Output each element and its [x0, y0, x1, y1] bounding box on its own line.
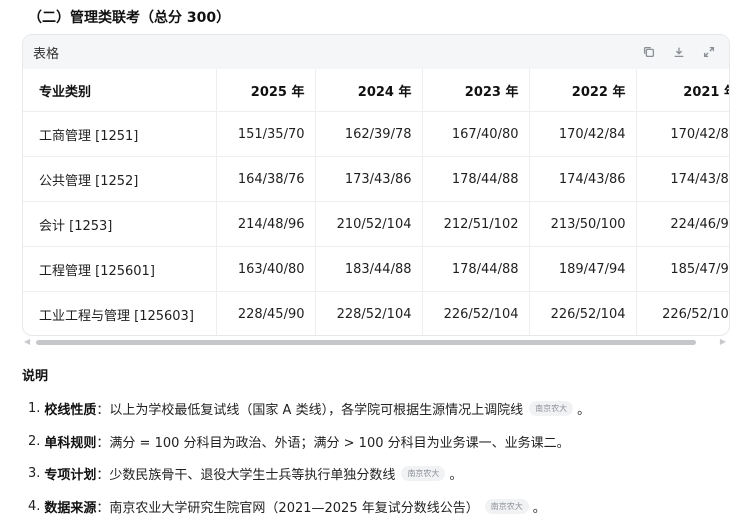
- table-row: 工商管理 [1251] 151/35/70 162/39/78 167/40/8…: [23, 111, 729, 157]
- note-text: ：满分 = 100 分科目为政治、外语；满分 > 100 分科目为业务课一、业务…: [96, 435, 570, 451]
- note-label: 校线性质: [44, 402, 97, 418]
- source-tag[interactable]: 南京农大: [484, 498, 529, 514]
- table-cell: 工业工程与管理 [125603]: [23, 291, 217, 335]
- note-end: 。: [532, 500, 546, 516]
- table-cell: 226/52/104: [422, 291, 530, 335]
- table-cell: 工商管理 [1251]: [23, 111, 217, 157]
- table-cell: 167/40/80: [422, 111, 530, 157]
- table-cell: 174/43/86: [529, 156, 637, 202]
- table-cell: 224/46/92: [636, 201, 729, 247]
- table-cell: 178/44/88: [422, 156, 530, 202]
- column-header: 2024 年: [315, 69, 423, 112]
- note-number: 3.: [28, 466, 41, 482]
- table-cell: 151/35/70: [216, 111, 316, 157]
- table-row: 工业工程与管理 [125603] 228/45/90 228/52/104 22…: [23, 291, 729, 335]
- note-label: 专项计划: [44, 468, 97, 484]
- column-header: 2022 年: [529, 69, 637, 112]
- list-item: 1. 校线性质 ：以上为学校最低复试线（国家 A 类线），各学院可根据生源情况上…: [28, 392, 738, 425]
- table-cell: 公共管理 [1252]: [23, 156, 217, 202]
- table-row: 公共管理 [1252] 164/38/76 173/43/86 178/44/8…: [23, 156, 729, 202]
- table-cell: 226/52/104: [636, 291, 729, 335]
- table-cell: 226/52/104: [529, 291, 637, 335]
- table-header-row: 专业类别 2025 年 2024 年 2023 年 2022 年 2021 年: [23, 69, 729, 112]
- table-cell: 工程管理 [125601]: [23, 246, 217, 292]
- column-header: 2025 年: [216, 69, 316, 112]
- table-cell: 214/48/96: [216, 201, 316, 247]
- table-cell: 213/50/100: [529, 201, 637, 247]
- table-toolbar: [641, 35, 717, 69]
- source-tag[interactable]: 南京农大: [401, 466, 446, 482]
- table-cell: 178/44/88: [422, 246, 530, 292]
- download-icon[interactable]: [671, 44, 687, 60]
- note-end: 。: [577, 402, 591, 418]
- table-cell: 228/52/104: [315, 291, 423, 335]
- table-cell: 170/42/84: [636, 111, 729, 157]
- table-row: 会计 [1253] 214/48/96 210/52/104 212/51/10…: [23, 201, 729, 247]
- table-cell: 164/38/76: [216, 156, 316, 202]
- notes-list: 1. 校线性质 ：以上为学校最低复试线（国家 A 类线），各学院可根据生源情况上…: [28, 392, 738, 523]
- table-card: 表格 专业类别 2025 年 2024 年 2023 年 2022 年 2021…: [22, 34, 730, 336]
- table-cell: 212/51/102: [422, 201, 530, 247]
- column-header: 2023 年: [422, 69, 530, 112]
- note-label: 单科规则: [44, 435, 97, 451]
- table-scroll-area[interactable]: 专业类别 2025 年 2024 年 2023 年 2022 年 2021 年 …: [23, 69, 729, 335]
- table-card-label: 表格: [33, 46, 60, 62]
- score-table: 专业类别 2025 年 2024 年 2023 年 2022 年 2021 年 …: [23, 69, 729, 335]
- table-cell: 163/40/80: [216, 246, 316, 292]
- table-cell: 174/43/86: [636, 156, 729, 202]
- expand-icon[interactable]: [701, 44, 717, 60]
- table-cell: 189/47/94: [529, 246, 637, 292]
- table-cell: 170/42/84: [529, 111, 637, 157]
- table-cell: 会计 [1253]: [23, 201, 217, 247]
- scroll-left-icon[interactable]: ◀: [24, 337, 30, 346]
- column-header: 专业类别: [23, 69, 217, 112]
- section-title: （二）管理类联考（总分 300）: [28, 10, 231, 26]
- column-header: 2021 年: [636, 69, 729, 112]
- note-number: 4.: [28, 498, 41, 514]
- scroll-thumb[interactable]: [36, 340, 696, 345]
- note-text: ：以上为学校最低复试线（国家 A 类线），各学院可根据生源情况上调院线: [96, 402, 524, 418]
- copy-icon[interactable]: [641, 44, 657, 60]
- table-card-header: 表格: [23, 35, 729, 69]
- table-cell: 210/52/104: [315, 201, 423, 247]
- table-cell: 183/44/88: [315, 246, 423, 292]
- notes-title: 说明: [22, 369, 49, 384]
- note-number: 2.: [28, 433, 41, 449]
- note-number: 1.: [28, 400, 41, 416]
- horizontal-scrollbar[interactable]: ◀ ▶: [22, 336, 728, 348]
- table-cell: 162/39/78: [315, 111, 423, 157]
- table-cell: 185/47/94: [636, 246, 729, 292]
- list-item: 2. 单科规则 ：满分 = 100 分科目为政治、外语；满分 > 100 分科目…: [28, 425, 738, 458]
- table-row: 工程管理 [125601] 163/40/80 183/44/88 178/44…: [23, 246, 729, 292]
- note-text: ：南京农业大学研究生院官网（2021—2025 年复试分数线公告）: [96, 500, 479, 516]
- note-end: 。: [449, 468, 463, 484]
- table-cell: 228/45/90: [216, 291, 316, 335]
- list-item: 3. 专项计划 ：少数民族骨干、退役大学生士兵等执行单独分数线 南京农大 。: [28, 457, 738, 490]
- note-label: 数据来源: [44, 500, 97, 516]
- scroll-track[interactable]: [36, 340, 714, 345]
- source-tag[interactable]: 南京农大: [529, 400, 574, 416]
- table-cell: 173/43/86: [315, 156, 423, 202]
- list-item: 4. 数据来源 ：南京农业大学研究生院官网（2021—2025 年复试分数线公告…: [28, 490, 738, 523]
- scroll-right-icon[interactable]: ▶: [720, 337, 726, 346]
- note-text: ：少数民族骨干、退役大学生士兵等执行单独分数线: [96, 468, 396, 484]
